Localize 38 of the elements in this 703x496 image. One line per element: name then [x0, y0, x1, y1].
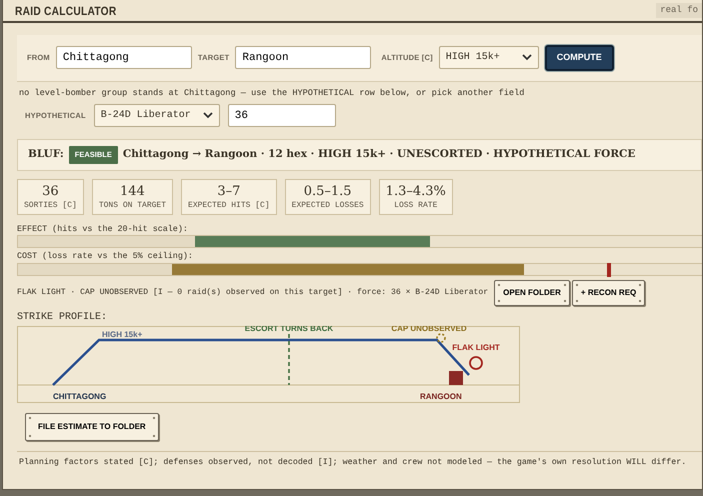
altitude-select[interactable]: HIGH 15k+ — [438, 46, 539, 70]
flak-ring-icon — [469, 356, 483, 370]
altitude-label: HIGH 15k+ — [102, 330, 142, 339]
bluf-summary: Chittagong → Rangoon · 12 hex · HIGH 15k+ · UNESCORTED · HYPOTHETICAL FORCE — [122, 147, 636, 162]
panel-title: RAID CALCULATOR — [15, 2, 116, 20]
open-folder-button[interactable]: OPEN FOLDER — [494, 280, 570, 306]
cap-marker-icon — [436, 333, 446, 343]
origin-label: CHITTAGONG — [53, 392, 106, 401]
target-input[interactable]: Rangoon — [235, 46, 372, 70]
chevron-down-icon — [522, 54, 532, 62]
destination-label: RANGOON — [420, 392, 462, 401]
flak-label: FLAK LIGHT — [452, 342, 500, 352]
intel-summary: FLAK LIGHT · CAP UNOBSERVED [I — 0 raid(s) observed on this target] · force: 36 × B-24D Liberator — [17, 286, 488, 299]
count-input[interactable]: 36 — [228, 104, 336, 128]
chevron-down-icon — [202, 112, 213, 120]
recon-request-button[interactable]: + RECON REQ — [572, 280, 646, 306]
bluf-label: BLUF: — [28, 147, 64, 162]
metric-value: 1.3–4.3% — [386, 184, 446, 200]
bar-label: EFFECT (hits vs the 20-hit scale): — [17, 222, 189, 236]
section-label: STRIKE PROFILE: — [17, 310, 108, 325]
escort-limit-line — [288, 334, 290, 385]
metric-value: 3–7 — [216, 184, 242, 200]
metric-label: TONS ON TARGET — [98, 200, 166, 212]
metric-label: LOSS RATE — [393, 200, 438, 212]
metric-value: 36 — [41, 184, 60, 200]
target-marker — [449, 370, 463, 385]
metric-label: EXPECTED LOSSES — [292, 200, 364, 212]
aircraft-select[interactable]: B-24D Liberator — [94, 104, 220, 128]
metric-value: 0.5–1.5 — [302, 184, 353, 200]
metric-value: 144 — [119, 184, 146, 200]
metric-label: EXPECTED HITS [C] — [188, 200, 270, 212]
origin-input[interactable]: Chittagong — [56, 46, 192, 70]
file-estimate-button[interactable]: FILE ESTIMATE TO FOLDER — [25, 412, 159, 441]
footer-note: Planning factors stated [C]; defenses observed, not decoded [I]; weather and crew not modeled — the game's own resolution WILL differ. — [17, 450, 702, 470]
mode-badge: real fo — [656, 2, 702, 18]
bar-label: COST (loss rate vs the 5% ceiling): — [17, 250, 194, 263]
compute-button[interactable]: COMPUTE — [544, 45, 614, 70]
metric-label: SORTIES [C] — [24, 200, 77, 212]
